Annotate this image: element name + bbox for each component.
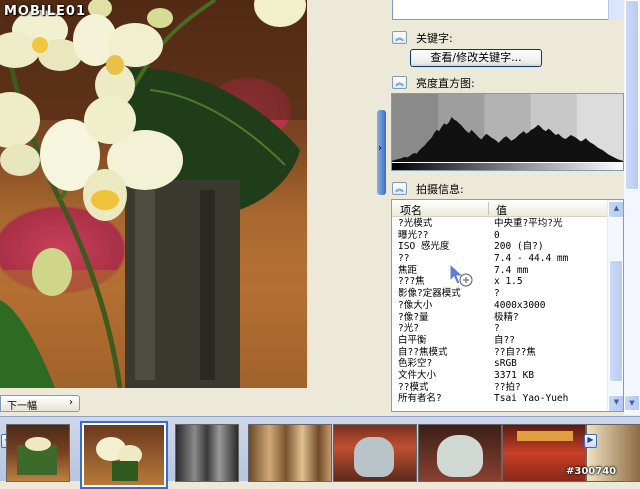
row-item-name: 影像?定器模式 bbox=[398, 288, 461, 300]
description-scrollbar[interactable] bbox=[608, 0, 624, 20]
row-item-value: 0 bbox=[494, 229, 500, 241]
chevron-right-icon: › bbox=[69, 397, 73, 408]
row-item-value: x 1.5 bbox=[494, 276, 523, 288]
row-item-name: ??模式 bbox=[398, 381, 429, 393]
table-rows: ?光模式 中央重?平均?光曝光?? 0 ISO 感光度 200 (自?)?? 7.4 - … bbox=[392, 218, 607, 405]
table-row[interactable]: 影像?定器模式? bbox=[392, 288, 607, 300]
row-item-value: 中央重?平均?光 bbox=[494, 218, 563, 229]
info-toggle-icon[interactable]: ︽ bbox=[392, 182, 407, 195]
row-item-value: 3371 KB bbox=[494, 369, 535, 381]
collapse-arrow-icon[interactable]: › bbox=[378, 143, 386, 154]
row-item-value: ? bbox=[494, 323, 500, 335]
row-item-value: 极精? bbox=[494, 311, 519, 323]
panel-scroll-down-icon[interactable]: ▼ bbox=[624, 395, 640, 411]
row-item-name: ?光模式 bbox=[398, 218, 433, 229]
filmstrip-thumbnail[interactable] bbox=[175, 424, 239, 482]
keywords-header: 关键字: bbox=[416, 32, 453, 45]
row-item-name: ?像大小 bbox=[398, 299, 433, 311]
row-item-name: 曝光?? bbox=[398, 229, 429, 241]
row-item-value: 200 (自?) bbox=[494, 241, 544, 253]
row-item-name: 白平衡 bbox=[398, 334, 427, 346]
filmstrip-thumbnail[interactable] bbox=[248, 424, 332, 482]
table-row[interactable]: ?光?? bbox=[392, 323, 607, 335]
row-item-name: ISO 感光度 bbox=[398, 241, 450, 253]
scroll-up-icon[interactable]: ▲ bbox=[608, 201, 623, 218]
table-row[interactable]: 所有者名? Tsai Yao-Yueh bbox=[392, 393, 607, 405]
row-item-name: 自??焦模式 bbox=[398, 346, 448, 358]
table-row[interactable]: 自??焦模式 ??自??焦 bbox=[392, 347, 607, 359]
edit-keywords-button[interactable]: 查看/修改关键字... bbox=[410, 49, 542, 67]
description-box[interactable] bbox=[392, 0, 624, 20]
row-item-name: ???焦 bbox=[398, 276, 425, 288]
row-item-value: 自?? bbox=[494, 334, 515, 346]
table-row[interactable]: 曝光?? 0 bbox=[392, 230, 607, 242]
table-row[interactable]: 文件大小 3371 KB bbox=[392, 370, 607, 382]
table-row[interactable]: ?光模式 中央重?平均?光 bbox=[392, 218, 607, 230]
brightness-histogram bbox=[391, 93, 624, 171]
row-item-name: 焦距 bbox=[398, 264, 418, 276]
row-item-value: 7.4 - 44.4 mm bbox=[494, 253, 569, 265]
splitter-area bbox=[307, 0, 390, 415]
column-header-value[interactable]: 值 bbox=[496, 202, 507, 218]
filmstrip-thumbnail[interactable] bbox=[418, 424, 502, 482]
row-item-name: 所有者名? bbox=[398, 393, 442, 405]
row-item-name: 色彩空? bbox=[398, 358, 433, 370]
table-row[interactable]: 白平衡 自?? bbox=[392, 335, 607, 347]
histogram-toggle-icon[interactable]: ︽ bbox=[392, 76, 407, 89]
keywords-toggle-icon[interactable]: ︽ bbox=[392, 31, 407, 44]
table-row[interactable]: ??模式 ??拍? bbox=[392, 382, 607, 394]
row-item-value: ? bbox=[494, 288, 500, 300]
filmstrip-thumbnail[interactable] bbox=[6, 424, 70, 482]
shooting-info-header: 拍摄信息: bbox=[416, 183, 464, 196]
histogram-gradient-strip bbox=[392, 163, 623, 170]
table-row[interactable]: ?? 7.4 - 44.4 mm bbox=[392, 253, 607, 265]
row-item-value: 4000x3000 bbox=[494, 299, 546, 311]
filmstrip: ◀ ▶ bbox=[0, 416, 640, 489]
row-item-name: ?光? bbox=[398, 323, 419, 335]
panel-scrollbar-thumb[interactable] bbox=[625, 0, 639, 190]
next-image-label: 下一幅 bbox=[7, 401, 37, 412]
shooting-info-table: 项名 值 ?光模式 中央重?平均?光曝光?? 0 ISO 感光度 200 (自?)?? 7… bbox=[391, 199, 624, 412]
column-header-item[interactable]: 项名 bbox=[400, 202, 422, 218]
mobile01-logo: MOBILE01 bbox=[4, 4, 86, 19]
filmstrip-thumbnail[interactable] bbox=[333, 424, 417, 482]
watermark-text: #300740 bbox=[566, 466, 617, 477]
row-item-value: sRGB bbox=[494, 358, 517, 370]
info-table-scrollbar[interactable]: ▲ ▼ bbox=[607, 200, 623, 411]
row-item-value: ??自??焦 bbox=[494, 346, 536, 358]
filmstrip-thumbnail-selected[interactable] bbox=[80, 421, 168, 489]
table-header: 项名 值 bbox=[392, 200, 607, 217]
row-item-name: ?像?量 bbox=[398, 311, 429, 323]
table-row[interactable]: ISO 感光度 200 (自?) bbox=[392, 241, 607, 253]
orchid-photo bbox=[0, 0, 307, 388]
row-item-value: ??拍? bbox=[494, 381, 521, 393]
photo-viewer[interactable]: MOBILE01 bbox=[0, 0, 307, 388]
scroll-down-icon[interactable]: ▼ bbox=[608, 395, 623, 411]
column-divider[interactable] bbox=[488, 202, 489, 215]
table-row[interactable]: ???焦 x 1.5 bbox=[392, 276, 607, 288]
filmstrip-next-icon[interactable]: ▶ bbox=[584, 434, 597, 448]
row-item-value: Tsai Yao-Yueh bbox=[494, 393, 569, 405]
mouse-cursor-icon bbox=[449, 262, 473, 287]
scrollbar-thumb[interactable] bbox=[609, 260, 623, 382]
table-row[interactable]: 色彩空? sRGB bbox=[392, 358, 607, 370]
next-image-button[interactable]: 下一幅 › bbox=[0, 395, 80, 412]
table-row[interactable]: ?像?量 极精? bbox=[392, 312, 607, 324]
row-item-name: ?? bbox=[398, 253, 410, 265]
histogram-header: 亮度直方图: bbox=[416, 77, 475, 90]
table-row[interactable]: ?像大小 4000x3000 bbox=[392, 300, 607, 312]
row-item-name: 文件大小 bbox=[398, 369, 437, 381]
table-row[interactable]: 焦距 7.4 mm bbox=[392, 265, 607, 277]
row-item-value: 7.4 mm bbox=[494, 264, 529, 276]
